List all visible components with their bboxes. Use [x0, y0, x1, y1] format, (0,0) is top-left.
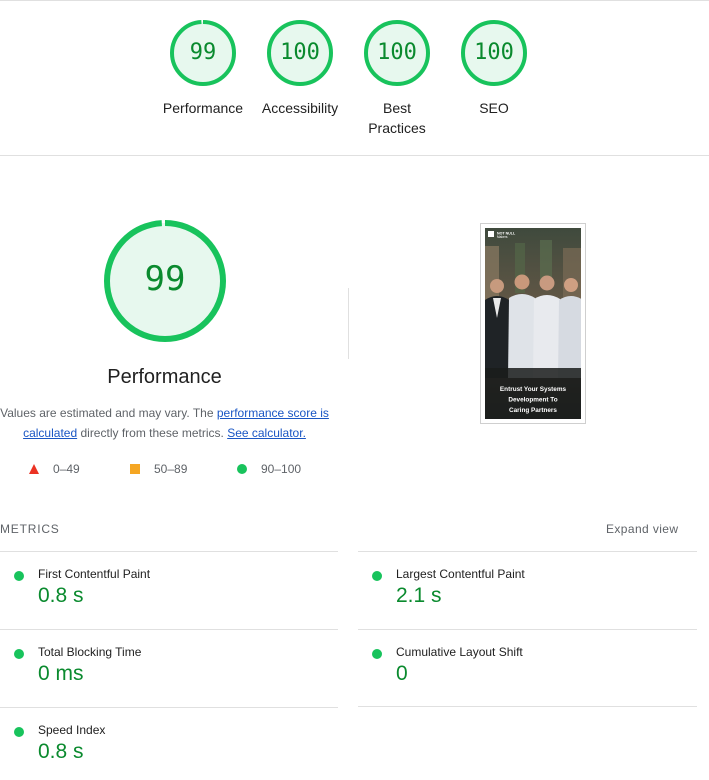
summary-divider	[0, 155, 709, 156]
circle-icon	[237, 464, 247, 474]
gauge-accessibility[interactable]: 100 Accessibility	[250, 20, 350, 118]
caption-line1: Entrust Your Systems	[500, 386, 567, 393]
see-calculator-link[interactable]: See calculator.	[227, 426, 306, 440]
pass-circle-icon	[372, 649, 382, 659]
pass-circle-icon	[372, 571, 382, 581]
pass-circle-icon	[14, 571, 24, 581]
gauge-score: 100	[280, 40, 320, 65]
metric-value: 2.1 s	[396, 584, 442, 607]
triangle-icon	[29, 464, 39, 474]
metric-divider	[358, 629, 697, 630]
metrics-header: METRICS	[0, 522, 60, 536]
performance-score: 99	[144, 259, 186, 299]
logo-icon	[488, 231, 494, 237]
gauge-label: SEO	[479, 100, 509, 116]
metric-name: Total Blocking Time	[38, 645, 142, 659]
description-text: Values are estimated and may vary. The	[0, 406, 217, 420]
logo-line2: Makers	[497, 235, 508, 239]
caption-line2: Development To	[508, 397, 557, 404]
gauge-ring: 99	[170, 20, 236, 86]
metric-divider	[358, 551, 697, 552]
screenshot-image: NOT NULL Makers Entrust Your Systems Dev…	[485, 228, 581, 419]
gauge-ring: 100	[461, 20, 527, 86]
square-icon	[130, 464, 140, 474]
metric-value: 0	[396, 662, 408, 685]
pass-circle-icon	[14, 727, 24, 737]
gauge-best-practices[interactable]: 100 Best Practices	[347, 20, 447, 138]
metric-name: Speed Index	[38, 723, 106, 737]
screenshot-photo: NOT NULL Makers Entrust Your Systems Dev…	[485, 228, 581, 419]
metric-name: Largest Contentful Paint	[396, 567, 525, 581]
gauge-score: 99	[189, 40, 217, 65]
description-text: directly from these metrics.	[77, 426, 228, 440]
metric-divider	[0, 707, 338, 708]
gauge-ring: 100	[364, 20, 430, 86]
metric-name: Cumulative Layout Shift	[396, 645, 523, 659]
performance-gauge: 99	[104, 220, 226, 342]
metric-divider	[0, 629, 338, 630]
metric-value: 0 ms	[38, 662, 84, 685]
performance-description: Values are estimated and may vary. The p…	[0, 403, 329, 443]
caption-line3: Caring Partners	[509, 407, 557, 414]
metric-value: 0.8 s	[38, 584, 84, 607]
gauge-seo[interactable]: 100 SEO	[444, 20, 544, 118]
gauge-performance[interactable]: 99 Performance	[153, 20, 253, 118]
pass-circle-icon	[14, 649, 24, 659]
performance-title: Performance	[107, 366, 222, 388]
gauge-label: Accessibility	[261, 100, 339, 116]
vertical-divider	[348, 288, 349, 359]
gauge-label: Best Practices	[368, 100, 426, 136]
metric-name: First Contentful Paint	[38, 567, 151, 581]
final-screenshot[interactable]: NOT NULL Makers Entrust Your Systems Dev…	[480, 223, 586, 424]
expand-view-button[interactable]: Expand view	[606, 522, 678, 536]
category-summary: 99 Performance 100 Accessibility 100 Bes…	[0, 0, 709, 156]
legend-pass-label: 90–100	[261, 462, 302, 476]
legend-fail-label: 0–49	[53, 462, 80, 476]
metric-divider	[358, 706, 697, 707]
metric-value: 0.8 s	[38, 740, 84, 763]
gauge-ring: 100	[267, 20, 333, 86]
gauge-label: Performance	[162, 100, 244, 116]
gauge-score: 100	[474, 40, 514, 65]
metric-divider	[0, 551, 338, 552]
gauge-score: 100	[377, 40, 417, 65]
legend-average-label: 50–89	[154, 462, 188, 476]
